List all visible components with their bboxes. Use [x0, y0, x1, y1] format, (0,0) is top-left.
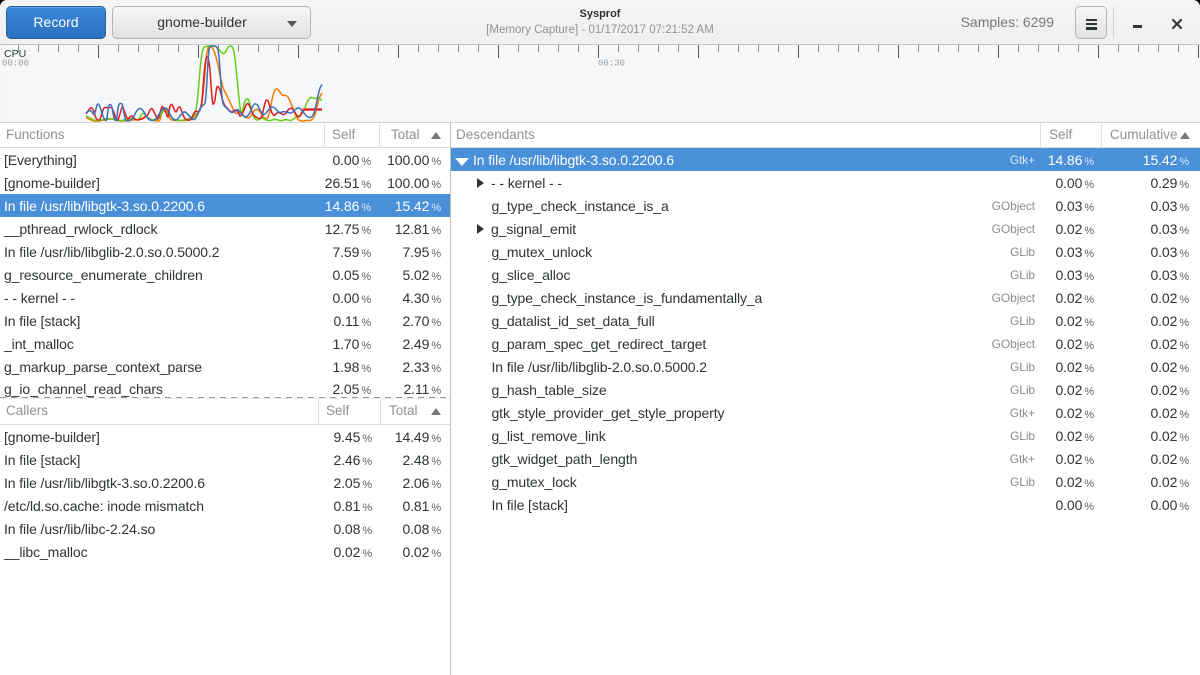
svg-text:00:30: 00:30	[598, 59, 625, 69]
svg-text:00:00: 00:00	[2, 59, 29, 69]
